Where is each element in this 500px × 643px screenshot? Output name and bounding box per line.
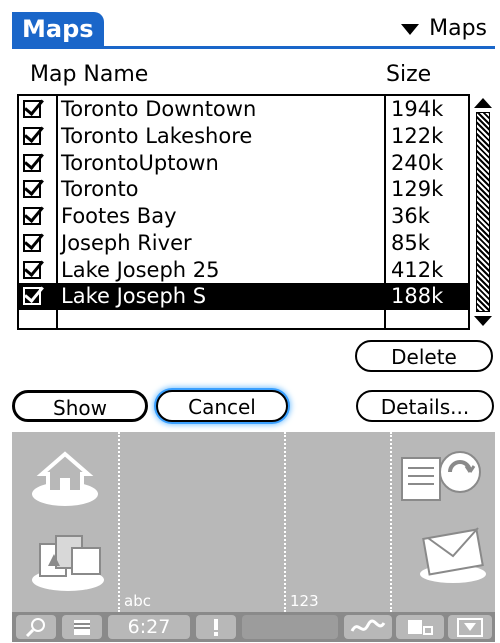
column-header-map-name: Map Name xyxy=(30,62,149,87)
cancel-button[interactable]: Cancel xyxy=(156,390,288,422)
map-row[interactable]: Footes Bay 36k xyxy=(19,203,468,230)
details-button[interactable]: Details... xyxy=(356,390,494,422)
map-name: Lake Joseph S xyxy=(61,284,207,309)
map-row[interactable]: Toronto 129k xyxy=(19,176,468,203)
signal-icon[interactable] xyxy=(344,615,392,639)
map-checkbox[interactable] xyxy=(23,153,41,172)
category-select[interactable]: Maps xyxy=(401,14,487,44)
map-size: 240k xyxy=(391,150,444,175)
graffiti-divider xyxy=(118,432,120,612)
map-size: 188k xyxy=(391,284,444,309)
delete-button[interactable]: Delete xyxy=(355,340,493,372)
map-size: 122k xyxy=(391,123,444,148)
mail-icon[interactable] xyxy=(418,518,488,584)
map-checkbox[interactable] xyxy=(23,126,41,145)
scrollbar-thumb[interactable] xyxy=(476,112,490,312)
collapse-input-icon[interactable] xyxy=(448,615,492,639)
clock-display[interactable]: 6:27 xyxy=(108,615,190,639)
map-size: 36k xyxy=(391,204,430,228)
map-checkbox[interactable] xyxy=(23,207,41,225)
title-bar: Maps Maps xyxy=(12,12,495,49)
app-title[interactable]: Maps xyxy=(12,12,104,46)
find-icon[interactable] xyxy=(396,444,486,508)
graffiti-letters-label: abc xyxy=(124,592,151,610)
graffiti-numbers-label: 123 xyxy=(290,592,319,610)
map-checkbox[interactable] xyxy=(23,260,41,279)
scroll-down-arrow-icon[interactable] xyxy=(474,316,492,326)
map-row[interactable]: Lake Joseph 25 412k xyxy=(19,257,468,284)
map-size: 85k xyxy=(391,230,430,255)
graffiti-divider xyxy=(284,432,286,612)
map-checkbox[interactable] xyxy=(23,287,41,306)
map-size: 412k xyxy=(391,257,444,282)
category-select-label: Maps xyxy=(429,16,487,41)
map-checkbox[interactable] xyxy=(23,180,41,199)
map-size: 129k xyxy=(391,177,444,202)
map-checkbox[interactable] xyxy=(23,100,41,118)
map-name: Toronto xyxy=(61,177,139,202)
map-list: Toronto Downtown 194k Toronto Lakeshore … xyxy=(17,94,470,330)
dropdown-triangle-icon xyxy=(401,23,420,35)
map-row[interactable]: TorontoUptown 240k xyxy=(19,150,468,177)
map-name: Lake Joseph 25 xyxy=(61,257,220,282)
show-button[interactable]: Show xyxy=(12,390,148,422)
column-header-size: Size xyxy=(386,62,432,87)
search-icon[interactable] xyxy=(16,615,56,639)
palm-screen: Maps Maps Map Name Size Toronto Downtown… xyxy=(0,0,500,642)
map-row[interactable]: Toronto Lakeshore 122k xyxy=(19,123,468,150)
status-spacer xyxy=(242,615,338,639)
map-checkbox[interactable] xyxy=(23,233,41,252)
map-row-selected[interactable]: Lake Joseph S 188k xyxy=(19,283,468,310)
input-area-toggle-icon[interactable] xyxy=(396,615,444,639)
map-name: Toronto Downtown xyxy=(61,97,257,121)
status-bar: 6:27 xyxy=(12,612,495,642)
map-size: 194k xyxy=(391,97,444,121)
map-row[interactable]: Toronto Downtown 194k xyxy=(19,96,468,123)
graffiti-area[interactable]: abc 123 xyxy=(12,432,495,612)
map-name: Toronto Lakeshore xyxy=(61,123,253,148)
scroll-up-arrow-icon[interactable] xyxy=(474,98,492,108)
map-name: Joseph River xyxy=(61,230,192,255)
applications-icon[interactable] xyxy=(30,526,106,592)
list-scrollbar[interactable] xyxy=(474,98,492,326)
graffiti-divider xyxy=(390,432,392,612)
map-name: Footes Bay xyxy=(61,204,177,228)
menu-icon[interactable] xyxy=(62,615,102,639)
home-icon[interactable] xyxy=(30,444,100,508)
map-name: TorontoUptown xyxy=(61,150,219,175)
map-row[interactable]: Joseph River 85k xyxy=(19,230,468,257)
alert-icon[interactable] xyxy=(196,615,236,639)
